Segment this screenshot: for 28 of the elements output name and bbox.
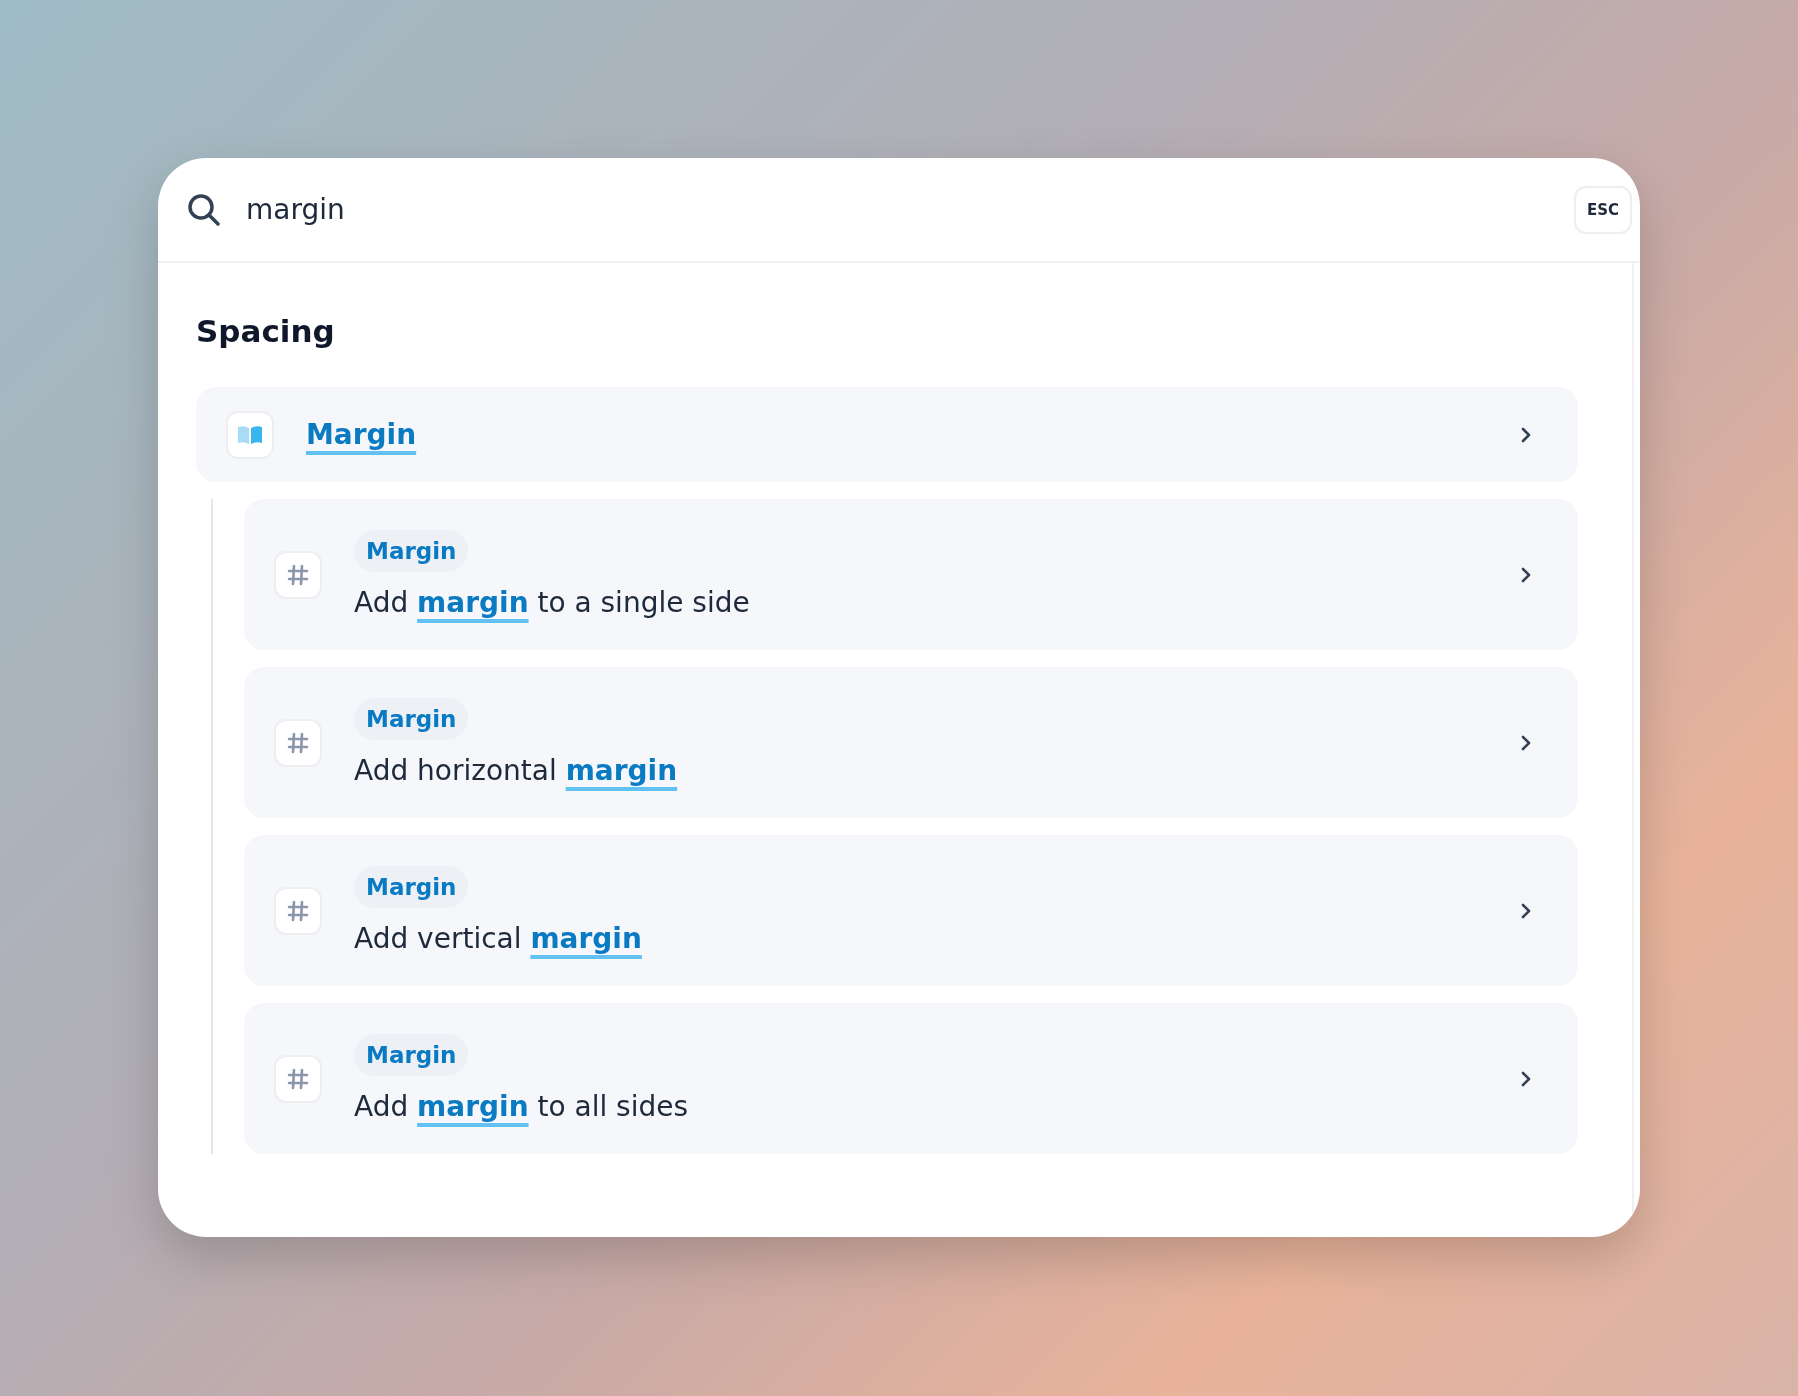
result-item[interactable]: Margin Add margin to all sides	[244, 1003, 1578, 1154]
result-item[interactable]: Margin Add horizontal margin	[244, 667, 1578, 818]
chevron-right-icon	[1520, 1069, 1532, 1088]
result-text: Add margin to a single side	[354, 586, 750, 619]
hash-icon	[274, 886, 322, 935]
category-tag: Margin	[354, 866, 469, 908]
chevron-right-icon	[1520, 425, 1532, 444]
chevron-right-icon	[1520, 901, 1532, 920]
hash-icon	[274, 1054, 322, 1103]
result-text: Add horizontal margin	[354, 754, 678, 787]
result-title: Margin	[306, 418, 418, 451]
hash-icon	[274, 718, 322, 767]
book-icon	[226, 410, 274, 459]
result-item[interactable]: Margin	[196, 387, 1578, 482]
search-icon	[186, 191, 222, 228]
section-heading: Spacing	[196, 313, 336, 349]
hash-icon	[274, 550, 322, 599]
search-field[interactable]: margin	[246, 193, 1574, 226]
result-item[interactable]: Margin Add margin to a single side	[244, 499, 1578, 650]
result-text: Add margin to all sides	[354, 1090, 689, 1123]
chevron-right-icon	[1520, 565, 1532, 584]
category-tag: Margin	[354, 530, 469, 572]
result-text: Add vertical margin	[354, 922, 642, 955]
category-tag: Margin	[354, 1034, 469, 1076]
chevron-right-icon	[1520, 733, 1532, 752]
result-item[interactable]: Margin Add vertical margin	[244, 835, 1578, 986]
esc-key-button[interactable]: ESC	[1574, 185, 1632, 234]
category-tag: Margin	[354, 698, 469, 740]
